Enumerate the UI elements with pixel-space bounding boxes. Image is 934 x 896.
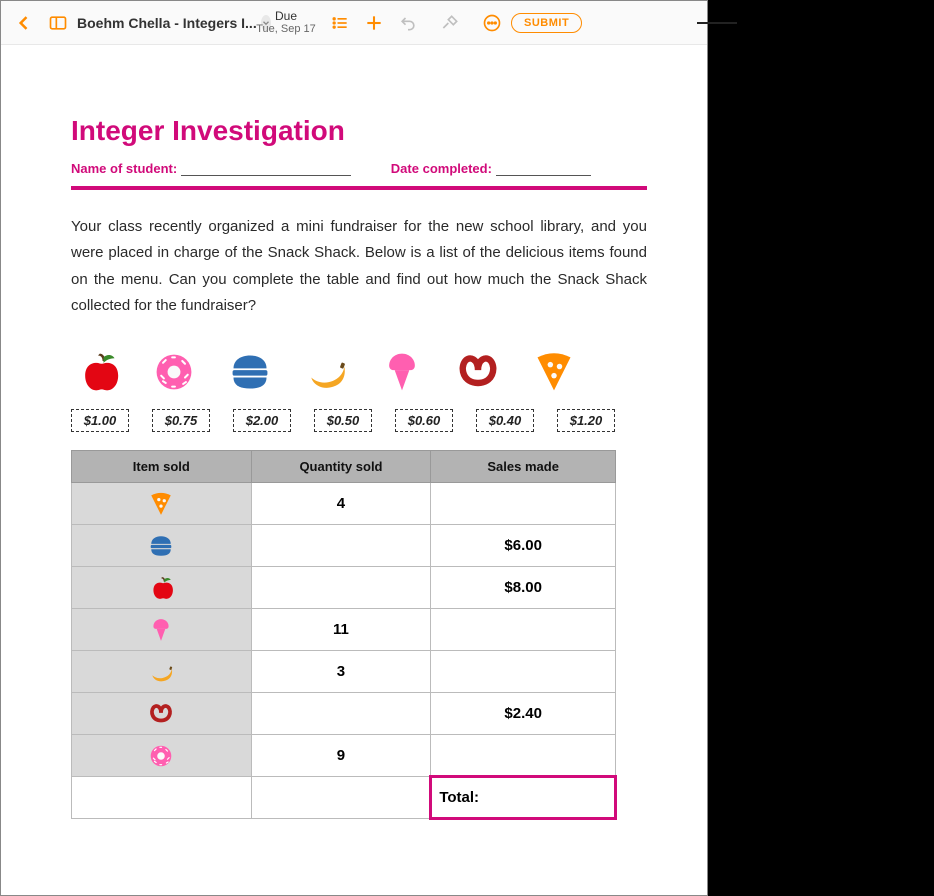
apple-icon bbox=[148, 578, 174, 595]
sales-cell[interactable] bbox=[431, 735, 616, 777]
pretzel-icon bbox=[148, 704, 174, 721]
document-title-text: Boehm Chella - Integers I... bbox=[77, 15, 257, 31]
name-label: Name of student: bbox=[71, 161, 177, 176]
col-qty: Quantity sold bbox=[251, 451, 431, 483]
price-burger: $2.00 bbox=[233, 409, 291, 432]
total-cell[interactable]: Total: bbox=[431, 777, 616, 819]
col-sales: Sales made bbox=[431, 451, 616, 483]
sales-cell[interactable] bbox=[431, 483, 616, 525]
add-icon[interactable] bbox=[359, 8, 389, 38]
icecream-icon bbox=[148, 620, 174, 637]
donut-icon bbox=[148, 746, 174, 763]
item-cell bbox=[72, 567, 252, 609]
document-area[interactable]: Integer Investigation Name of student: D… bbox=[1, 45, 707, 895]
document-title[interactable]: Boehm Chella - Integers I... bbox=[77, 15, 247, 31]
sales-cell[interactable]: $2.40 bbox=[431, 693, 616, 735]
table-row: 3 bbox=[72, 651, 616, 693]
sales-cell[interactable] bbox=[431, 609, 616, 651]
panel-toggle-icon[interactable] bbox=[43, 8, 73, 38]
app-window: Boehm Chella - Integers I... Due Tue, Se… bbox=[0, 0, 708, 896]
back-icon[interactable] bbox=[9, 8, 39, 38]
total-row: Total: bbox=[72, 777, 616, 819]
more-icon[interactable] bbox=[477, 8, 507, 38]
pretzel-icon bbox=[455, 349, 501, 395]
price-donut: $0.75 bbox=[152, 409, 210, 432]
date-label: Date completed: bbox=[391, 161, 492, 176]
meta-row: Name of student: Date completed: bbox=[71, 161, 647, 190]
price-pizza: $1.20 bbox=[557, 409, 615, 432]
price-icecream: $0.60 bbox=[395, 409, 453, 432]
item-cell bbox=[72, 651, 252, 693]
pizza-icon bbox=[531, 349, 577, 395]
burger-icon bbox=[227, 349, 273, 395]
apple-icon bbox=[75, 349, 121, 395]
sales-cell[interactable]: $8.00 bbox=[431, 567, 616, 609]
table-row: $2.40 bbox=[72, 693, 616, 735]
price-apple: $1.00 bbox=[71, 409, 129, 432]
qty-cell[interactable] bbox=[251, 525, 431, 567]
banana-icon bbox=[303, 349, 349, 395]
date-blank[interactable] bbox=[496, 162, 591, 176]
qty-cell[interactable] bbox=[251, 567, 431, 609]
qty-cell[interactable]: 4 bbox=[251, 483, 431, 525]
name-blank[interactable] bbox=[181, 162, 351, 176]
icecream-icon bbox=[379, 349, 425, 395]
sales-cell[interactable] bbox=[431, 651, 616, 693]
col-item: Item sold bbox=[72, 451, 252, 483]
name-field: Name of student: bbox=[71, 161, 351, 176]
qty-cell[interactable] bbox=[251, 693, 431, 735]
submit-label: SUBMIT bbox=[524, 17, 569, 29]
table-row: $8.00 bbox=[72, 567, 616, 609]
item-cell bbox=[72, 483, 252, 525]
price-banana: $0.50 bbox=[314, 409, 372, 432]
total-blank2 bbox=[251, 777, 431, 819]
item-cell bbox=[72, 525, 252, 567]
item-cell bbox=[72, 693, 252, 735]
burger-icon bbox=[148, 536, 174, 553]
page-title: Integer Investigation bbox=[71, 115, 647, 147]
qty-cell[interactable]: 3 bbox=[251, 651, 431, 693]
pizza-icon bbox=[148, 494, 174, 511]
item-cell bbox=[72, 735, 252, 777]
table-row: 4 bbox=[72, 483, 616, 525]
list-icon[interactable] bbox=[325, 8, 355, 38]
undo-icon[interactable] bbox=[393, 8, 423, 38]
due-date-block: Due Tue, Sep 17 bbox=[251, 10, 321, 35]
toolbar: Boehm Chella - Integers I... Due Tue, Se… bbox=[1, 1, 707, 45]
total-label: Total: bbox=[439, 789, 479, 806]
due-date: Tue, Sep 17 bbox=[251, 23, 321, 35]
gavel-icon[interactable] bbox=[435, 8, 465, 38]
price-row: $1.00 $0.75 $2.00 $0.50 $0.60 $0.40 $1.2… bbox=[71, 409, 647, 432]
due-label: Due bbox=[251, 10, 321, 23]
submit-button[interactable]: SUBMIT bbox=[511, 13, 582, 33]
total-blank1 bbox=[72, 777, 252, 819]
sales-table: Item sold Quantity sold Sales made 4$6.0… bbox=[71, 450, 616, 819]
banana-icon bbox=[148, 662, 174, 679]
callout-line bbox=[697, 22, 737, 24]
table-row: $6.00 bbox=[72, 525, 616, 567]
qty-cell[interactable]: 11 bbox=[251, 609, 431, 651]
table-row: 11 bbox=[72, 609, 616, 651]
sales-cell[interactable]: $6.00 bbox=[431, 525, 616, 567]
price-pretzel: $0.40 bbox=[476, 409, 534, 432]
date-field: Date completed: bbox=[391, 161, 591, 176]
qty-cell[interactable]: 9 bbox=[251, 735, 431, 777]
menu-icon-row bbox=[75, 337, 647, 395]
intro-paragraph: Your class recently organized a mini fun… bbox=[71, 214, 647, 319]
donut-icon bbox=[151, 349, 197, 395]
table-row: 9 bbox=[72, 735, 616, 777]
item-cell bbox=[72, 609, 252, 651]
